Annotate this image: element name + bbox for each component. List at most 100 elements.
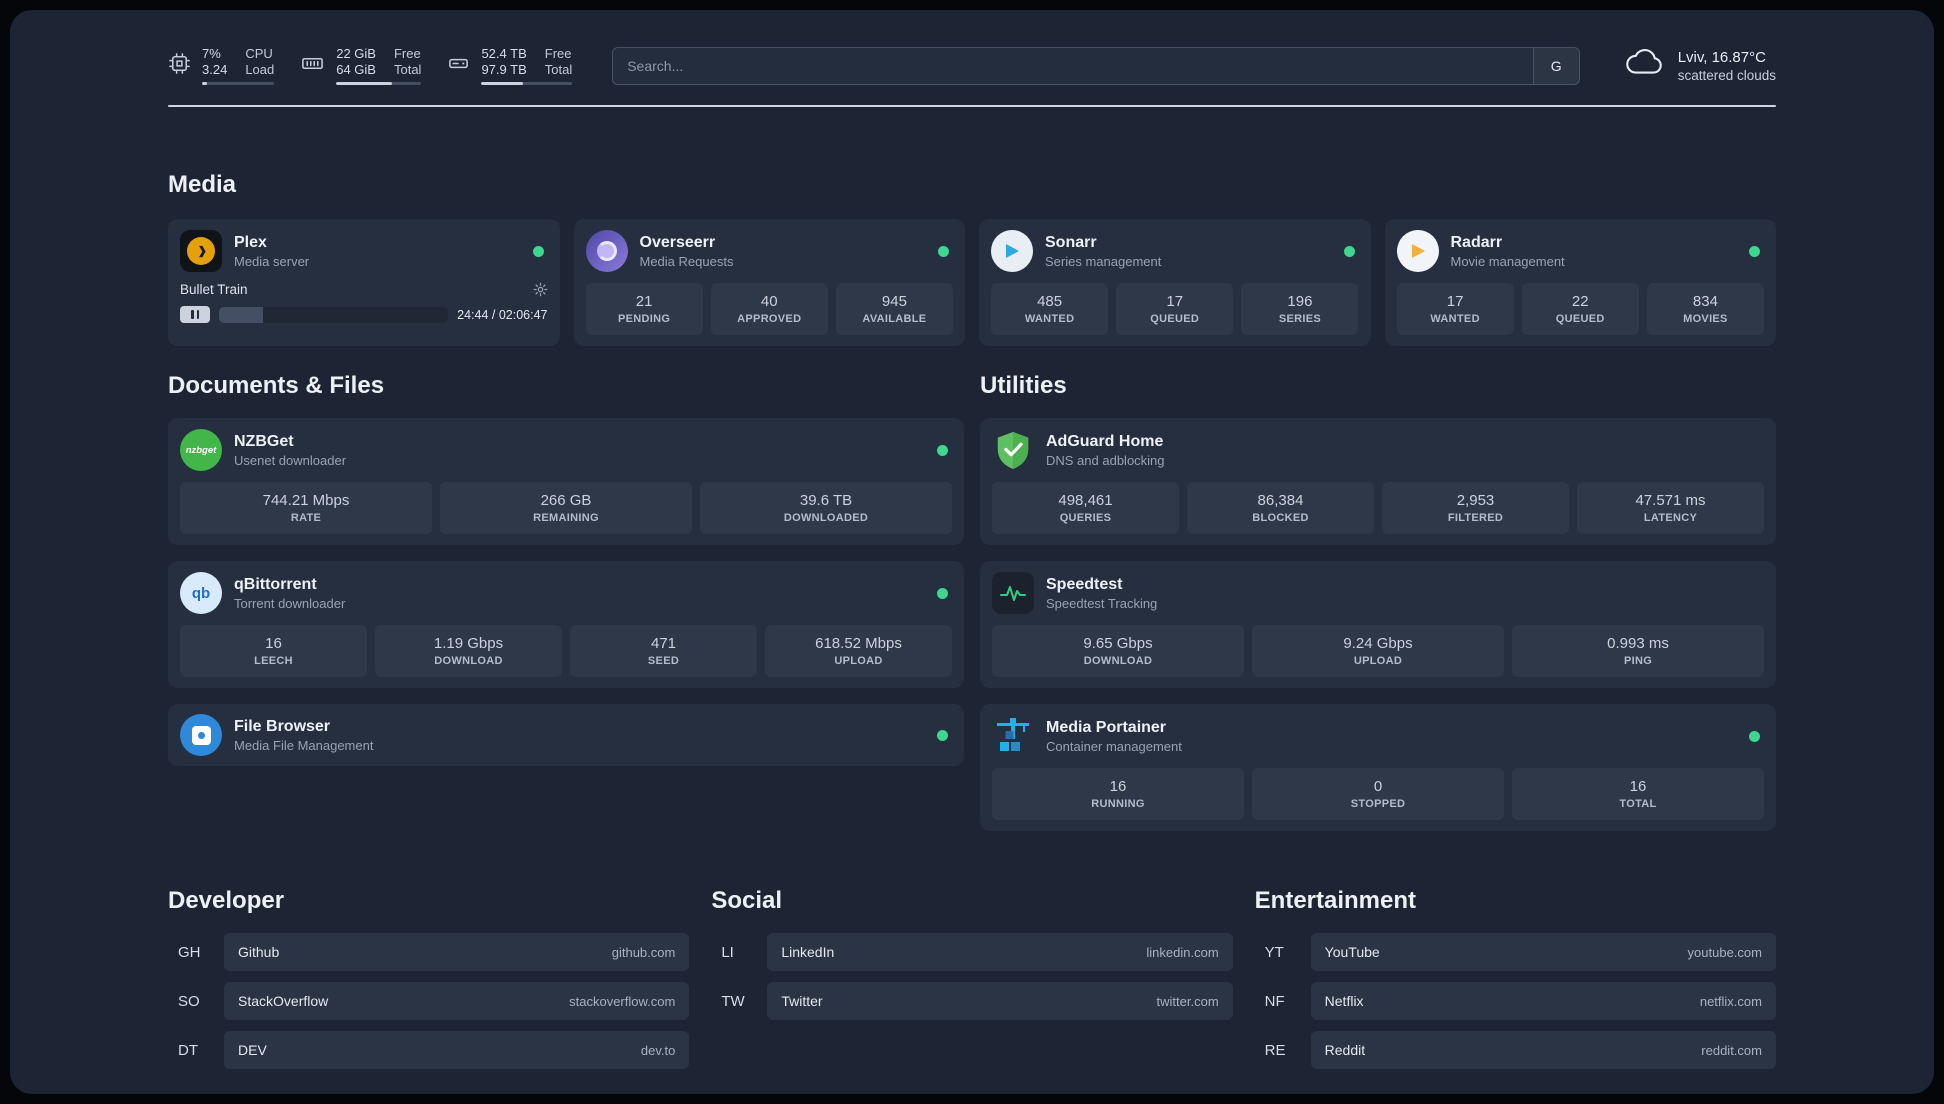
bookmark-linkedin[interactable]: LI LinkedIn linkedin.com [711,933,1233,971]
bookmark-github[interactable]: GH Github github.com [168,933,690,971]
stat-tile: 744.21 Mbps RATE [180,482,432,534]
disk-free-value: 52.4 TB [481,46,527,61]
stat-tile: 17 WANTED [1396,283,1514,335]
stat-tile: 471 SEED [570,625,757,677]
service-card-filebrowser[interactable]: File Browser Media File Management [168,704,964,766]
section-title-media: Media [168,171,237,198]
cpu-progress-bar [202,82,275,85]
bookmark-reddit[interactable]: RE Reddit reddit.com [1255,1031,1776,1069]
memory-icon [300,52,325,80]
cpu-usage: 7% [202,46,221,61]
bookmark-group-developer: Developer GH Github github.com SO StackO… [168,887,690,1080]
service-description: Speedtest Tracking [1046,596,1158,612]
stat-tile: 945 AVAILABLE [835,283,953,335]
weather-widget: Lviv, 16.87°C scattered clouds [1624,48,1776,83]
weather-location: Lviv, 16.87°C [1677,48,1766,66]
cpu-icon [168,52,191,80]
disk-icon [447,52,470,80]
bookmark-abbr: RE [1264,1041,1286,1059]
now-playing-widget: Bullet Train 24:44 / 02:06:47 [180,282,548,323]
stat-tile: 2,953 FILTERED [1382,482,1569,534]
bookmark-url: twitter.com [1156,993,1219,1009]
memory-widget: 22 GiB 64 GiB Free Total [300,46,422,85]
bookmark-url: netflix.com [1699,993,1762,1009]
bookmark-name: Netflix [1324,993,1364,1009]
status-dot [532,245,544,257]
memory-free-value: 22 GiB [336,46,376,61]
overseerr-icon [585,230,628,272]
service-description: Movie management [1450,254,1565,270]
status-dot [938,245,949,257]
service-card-qbittorrent[interactable]: qb qBittorrent Torrent downloader 16 LEE… [168,561,964,688]
disk-label-bottom: Total [544,62,573,77]
service-name: AdGuard Home [1046,432,1164,450]
disk-progress-bar [481,82,573,85]
status-dot [1749,245,1760,257]
stat-tile: 498,461 QUERIES [992,482,1179,534]
cpu-widget: 7% 3.24 CPU Load [168,46,275,85]
service-card-plex[interactable]: Plex Media server Bullet Train 24:44 / 0… [168,219,560,346]
service-name: qBittorrent [234,575,317,593]
cpu-label-top: CPU [245,46,273,61]
memory-total-value: 64 GiB [336,62,376,77]
service-card-portainer[interactable]: Media Portainer Container management 16 … [980,704,1776,831]
service-description: Media File Management [234,738,374,754]
bookmark-name: LinkedIn [781,944,835,960]
service-card-nzbget[interactable]: nzbget NZBGet Usenet downloader 744.21 M… [168,418,964,545]
bookmark-abbr: NF [1264,992,1285,1010]
stat-tile: 40 APPROVED [710,283,828,335]
stat-tile: 21 PENDING [585,283,703,335]
stat-tile: 47.571 ms LATENCY [1577,482,1764,534]
service-card-speedtest[interactable]: Speedtest Speedtest Tracking 9.65 Gbps D… [980,561,1776,688]
stat-tile: 16 LEECH [180,625,367,677]
weather-condition: scattered clouds [1677,67,1776,83]
search-input[interactable] [613,47,1533,84]
memory-label-top: Free [393,46,421,61]
bookmark-group-entertainment: Entertainment YT YouTube youtube.com NF … [1255,887,1776,1080]
service-name: Speedtest [1046,575,1123,593]
bookmark-youtube[interactable]: YT YouTube youtube.com [1255,933,1776,971]
playback-progress-bar[interactable] [219,306,449,323]
service-card-sonarr[interactable]: Sonarr Series management 485 WANTED 17 Q… [979,219,1371,346]
bookmark-netflix[interactable]: NF Netflix netflix.com [1255,982,1776,1020]
status-dot [1343,245,1355,257]
stat-tile: 485 WANTED [991,283,1109,335]
service-name: Plex [234,233,267,251]
bookmark-stackoverflow[interactable]: SO StackOverflow stackoverflow.com [168,982,690,1020]
stat-tile: 1.19 Gbps DOWNLOAD [375,625,562,677]
stat-tile: 22 QUEUED [1521,283,1639,335]
bookmark-abbr: LI [721,943,734,961]
bookmark-name: StackOverflow [238,993,329,1009]
memory-label-bottom: Total [393,62,422,77]
service-description: Torrent downloader [234,596,346,612]
speedtest-icon [992,572,1034,614]
bookmark-abbr: TW [721,992,745,1010]
player-settings-gear-icon[interactable] [533,282,548,297]
stat-tile: 0 STOPPED [1252,768,1504,820]
service-card-adguard[interactable]: AdGuard Home DNS and adblocking 498,461 … [980,418,1776,545]
adguard-shield-icon [992,429,1034,471]
search-provider-button[interactable]: G [1532,47,1579,84]
status-dot [937,729,948,741]
section-title-developer: Developer [168,887,285,914]
service-card-overseerr[interactable]: Overseerr Media Requests 21 PENDING 40 A… [573,219,965,346]
bookmark-name: DEV [238,1042,267,1058]
bookmark-name: Twitter [781,993,823,1009]
service-name: Media Portainer [1046,718,1167,736]
service-description: Container management [1046,739,1182,755]
bookmark-url: linkedin.com [1146,944,1219,960]
bookmark-url: reddit.com [1701,1042,1762,1058]
service-card-radarr[interactable]: Radarr Movie management 17 WANTED 22 QUE… [1384,219,1776,346]
bookmark-url: github.com [611,944,676,960]
stat-tile: 618.52 Mbps UPLOAD [765,625,952,677]
pause-button[interactable] [180,306,210,323]
bookmark-url: youtube.com [1687,944,1762,960]
bookmark-dev[interactable]: DT DEV dev.to [168,1031,690,1069]
bookmark-url: stackoverflow.com [569,993,676,1009]
resource-widgets: 7% 3.24 CPU Load 22 GiB 64 GiB Free Tota… [168,46,573,85]
service-description: Media Requests [639,254,734,270]
service-name: NZBGet [234,432,294,450]
disk-label-top: Free [544,46,572,61]
section-title-entertainment: Entertainment [1254,887,1417,914]
bookmark-twitter[interactable]: TW Twitter twitter.com [711,982,1233,1020]
